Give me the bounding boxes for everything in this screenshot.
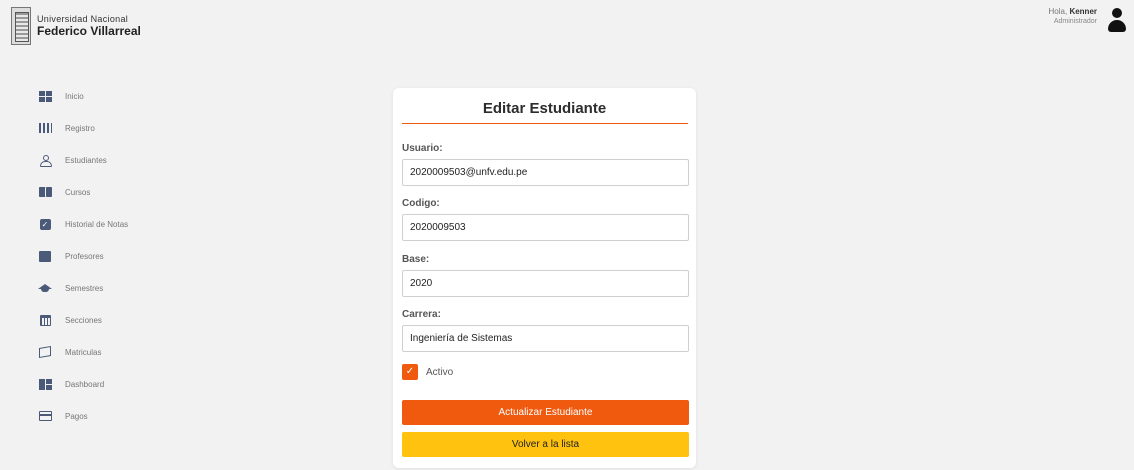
sidebar-item-inicio[interactable]: Inicio — [38, 80, 238, 112]
activo-row: ✓ Activo — [402, 364, 453, 380]
codigo-input[interactable] — [402, 214, 689, 241]
base-label: Base: — [402, 254, 430, 265]
sidebar-item-historial-de-notas[interactable]: ✓ Historial de Notas — [38, 208, 238, 240]
base-input[interactable] — [402, 270, 689, 297]
title-divider — [402, 123, 688, 124]
graduation-cap-icon — [38, 282, 52, 294]
greeting-prefix: Hola, — [1048, 7, 1068, 16]
logo-line-2: Federico Villarreal — [37, 24, 141, 38]
form-title: Editar Estudiante — [482, 100, 607, 117]
activo-label: Activo — [426, 366, 454, 378]
codigo-label: Codigo: — [402, 198, 440, 209]
sidebar-item-label: Dashboard — [65, 379, 105, 389]
sidebar-item-estudiantes[interactable]: Estudiantes — [38, 144, 238, 176]
update-student-button[interactable]: Actualizar Estudiante — [402, 400, 689, 425]
sidebar-item-label: Profesores — [65, 251, 104, 261]
checkbox-icon: ✓ — [38, 218, 52, 230]
user-role: Administrador — [1053, 18, 1097, 25]
user-avatar-icon[interactable] — [1108, 8, 1126, 34]
teacher-icon — [38, 250, 52, 262]
sidebar-item-label: Inicio — [65, 91, 84, 101]
sidebar-item-profesores[interactable]: Profesores — [38, 240, 238, 272]
sidebar: Inicio Registro Estudiantes Cursos ✓ His… — [38, 80, 238, 432]
sidebar-item-registro[interactable]: Registro — [38, 112, 238, 144]
credit-card-icon — [38, 410, 52, 422]
sidebar-item-label: Cursos — [65, 187, 91, 197]
sidebar-item-matriculas[interactable]: Matriculas — [38, 336, 238, 368]
sidebar-item-dashboard[interactable]: Dashboard — [38, 368, 238, 400]
carrera-input[interactable] — [402, 325, 689, 352]
back-to-list-button[interactable]: Volver a la lista — [402, 432, 689, 457]
grid-icon — [38, 90, 52, 102]
person-icon — [38, 154, 52, 167]
sidebar-item-label: Matriculas — [65, 347, 102, 357]
sidebar-item-secciones[interactable]: Secciones — [38, 304, 238, 336]
sidebar-item-label: Estudiantes — [65, 155, 107, 165]
carrera-label: Carrera: — [402, 309, 441, 320]
sidebar-item-label: Registro — [65, 123, 95, 133]
usuario-label: Usuario: — [402, 143, 443, 154]
book-icon — [38, 186, 52, 198]
sidebar-item-label: Semestres — [65, 283, 104, 293]
sidebar-item-semestres[interactable]: Semestres — [38, 272, 238, 304]
sidebar-item-pagos[interactable]: Pagos — [38, 400, 238, 432]
university-logo[interactable]: Universidad Nacional Federico Villarreal — [11, 7, 141, 45]
activo-checkbox[interactable]: ✓ — [402, 364, 418, 380]
user-name: Kenner — [1069, 7, 1097, 16]
register-icon — [38, 122, 52, 134]
sidebar-item-label: Secciones — [65, 315, 102, 325]
sidebar-item-cursos[interactable]: Cursos — [38, 176, 238, 208]
logo-line-1: Universidad Nacional — [37, 14, 129, 24]
calendar-icon — [38, 314, 52, 326]
user-info: Hola, Kenner Administrador — [1049, 8, 1097, 26]
enrollment-icon — [38, 345, 52, 359]
usuario-input[interactable] — [402, 159, 689, 186]
sidebar-item-label: Pagos — [65, 411, 88, 421]
university-crest-icon — [11, 7, 31, 45]
dashboard-icon — [38, 378, 52, 390]
sidebar-item-label: Historial de Notas — [65, 219, 129, 229]
greeting: Hola, Kenner — [1049, 8, 1097, 16]
edit-student-card: Editar Estudiante Usuario: Codigo: Base:… — [393, 88, 696, 468]
